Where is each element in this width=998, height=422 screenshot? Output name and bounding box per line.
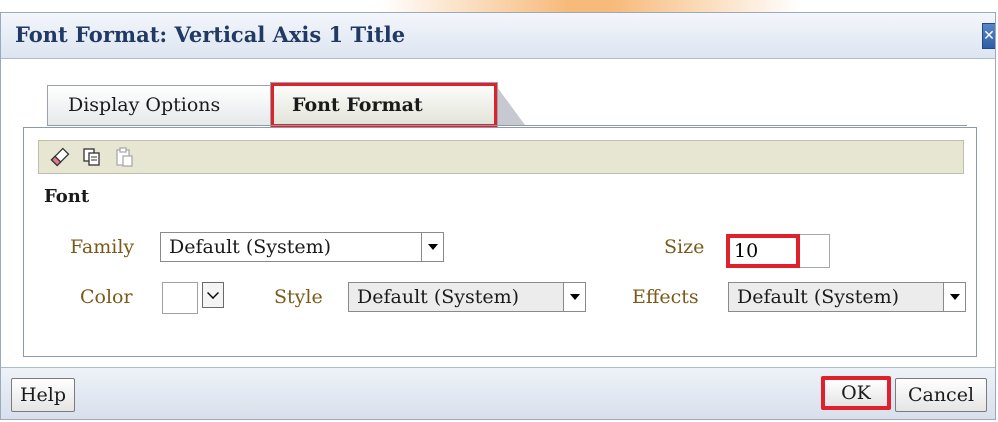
paste-icon <box>116 147 133 167</box>
eraser-icon[interactable] <box>49 146 71 168</box>
size-input[interactable]: 10 <box>726 234 800 268</box>
cancel-button[interactable]: Cancel <box>895 378 987 412</box>
dialog-titlebar: Font Format: Vertical Axis 1 Title ✕ <box>1 13 995 59</box>
dialog-footer: Help OK Cancel <box>1 367 995 419</box>
family-select-value: Default (System) <box>169 236 332 258</box>
style-select[interactable]: Default (System) <box>348 282 586 312</box>
style-select-value: Default (System) <box>357 286 520 308</box>
style-label: Style <box>274 286 323 308</box>
font-section-label: Font <box>44 186 90 207</box>
dialog-title: Font Format: Vertical Axis 1 Title <box>15 22 406 47</box>
font-format-panel: Font Family Default (System) Size 10 Col… <box>23 127 977 357</box>
ok-button[interactable]: OK <box>821 376 891 410</box>
format-toolbar <box>38 140 964 174</box>
size-input-extension <box>800 234 830 268</box>
copy-icon[interactable] <box>81 146 103 168</box>
color-label: Color <box>80 286 133 308</box>
font-format-dialog: Font Format: Vertical Axis 1 Title ✕ Dis… <box>0 12 996 420</box>
color-dropdown-button[interactable] <box>202 282 224 308</box>
help-button[interactable]: Help <box>11 378 75 412</box>
close-icon[interactable]: ✕ <box>982 23 995 49</box>
tab-bar: Display Options Font Format <box>47 75 967 128</box>
tab-display-options[interactable]: Display Options <box>47 85 295 125</box>
effects-select-value: Default (System) <box>737 286 900 308</box>
chevron-down-icon[interactable] <box>421 233 443 261</box>
color-swatch[interactable] <box>162 282 198 314</box>
effects-select[interactable]: Default (System) <box>728 282 966 312</box>
tab-divider <box>47 125 967 126</box>
family-select[interactable]: Default (System) <box>160 232 444 262</box>
tab-edge-decoration <box>497 87 525 125</box>
effects-label: Effects <box>632 286 699 308</box>
size-label: Size <box>664 236 705 258</box>
chevron-down-icon[interactable] <box>563 283 585 311</box>
tab-font-format[interactable]: Font Format <box>270 82 498 128</box>
family-label: Family <box>70 236 135 258</box>
chevron-down-icon[interactable] <box>943 283 965 311</box>
